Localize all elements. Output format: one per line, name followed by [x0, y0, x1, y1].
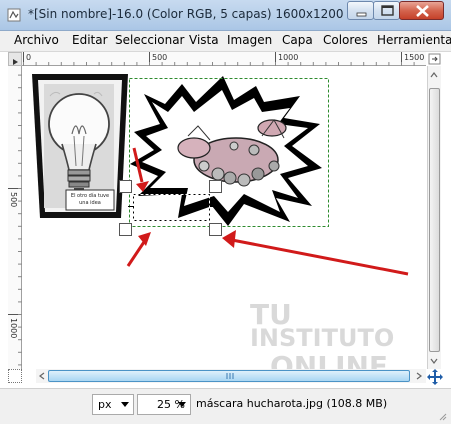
scroll-down-icon[interactable]: [428, 354, 440, 368]
maximize-icon: [381, 5, 394, 16]
menu-herramientas[interactable]: Herramienta: [377, 33, 451, 47]
horizontal-ruler[interactable]: 0 500 1000 1500: [22, 52, 426, 66]
menu-seleccionar[interactable]: Seleccionar: [115, 33, 184, 47]
chevron-down-icon: [178, 402, 186, 407]
ruler-label-v500-text: 500: [9, 192, 18, 208]
status-bar: px 25 % máscara hucharota.jpg (108.8 MB): [0, 388, 451, 424]
scroll-up-icon[interactable]: [428, 68, 440, 82]
menu-bar: Archivo Editar Seleccionar Vista Imagen …: [0, 31, 451, 52]
menu-vista[interactable]: Vista: [189, 33, 219, 47]
close-icon: [416, 5, 429, 17]
close-button[interactable]: [399, 1, 444, 20]
quick-mask-toggle[interactable]: [8, 369, 22, 383]
navigate-icon[interactable]: [427, 369, 443, 385]
ruler-label-v500: 500: [9, 192, 18, 209]
canvas-artwork: [32, 74, 409, 276]
horizontal-ruler-ticks: [23, 52, 415, 66]
ruler-label-v1000-text: 1000: [9, 318, 18, 339]
menu-imagen[interactable]: Imagen: [227, 33, 272, 47]
status-message: máscara hucharota.jpg (108.8 MB): [196, 397, 388, 410]
ruler-label-1000: 1000: [278, 53, 299, 62]
minimize-icon: [356, 12, 367, 17]
minimize-button[interactable]: [347, 1, 374, 20]
horizontal-scroll-thumb[interactable]: [48, 370, 410, 382]
resize-grip-icon[interactable]: [437, 411, 447, 421]
menu-capa[interactable]: Capa: [282, 33, 313, 47]
ruler-label-1500: 1500: [404, 53, 425, 62]
horizontal-scrollbar[interactable]: [36, 369, 426, 383]
unit-select[interactable]: px: [92, 394, 134, 415]
vertical-ruler[interactable]: 500 1000: [8, 66, 22, 369]
gimp-icon: [7, 8, 21, 22]
menu-archivo[interactable]: Archivo: [14, 33, 59, 47]
scroll-right-icon[interactable]: [414, 370, 424, 382]
menu-colores[interactable]: Colores: [323, 33, 368, 47]
scroll-left-icon[interactable]: [37, 370, 47, 382]
bulb-caption: El otro día tuve una idea: [70, 193, 110, 206]
ruler-corner-menu-button[interactable]: [8, 52, 22, 66]
ruler-label-500: 500: [152, 53, 168, 62]
gimp-window: *[Sin nombre]-16.0 (Color RGB, 5 capas) …: [0, 0, 451, 424]
window-title: *[Sin nombre]-16.0 (Color RGB, 5 capas) …: [28, 7, 370, 21]
ruler-label-0: 0: [26, 53, 32, 62]
grip-icon: [226, 373, 234, 379]
unit-value: px: [98, 398, 112, 411]
maximize-button[interactable]: [373, 1, 400, 20]
chevron-down-icon: [121, 402, 129, 407]
menu-editar[interactable]: Editar: [72, 33, 108, 47]
explosion-layer: [129, 76, 329, 227]
vertical-scrollbar[interactable]: [427, 66, 441, 369]
zoom-select[interactable]: 25 %: [137, 394, 191, 415]
image-canvas[interactable]: El otro día tuve una idea TU INSTITUTO O…: [22, 66, 426, 369]
zoom-image-when-window-size-changes-icon[interactable]: [428, 52, 442, 66]
vertical-scroll-thumb[interactable]: [429, 88, 440, 352]
title-bar[interactable]: *[Sin nombre]-16.0 (Color RGB, 5 capas) …: [0, 0, 451, 31]
ruler-label-v1000: 1000: [9, 318, 18, 340]
